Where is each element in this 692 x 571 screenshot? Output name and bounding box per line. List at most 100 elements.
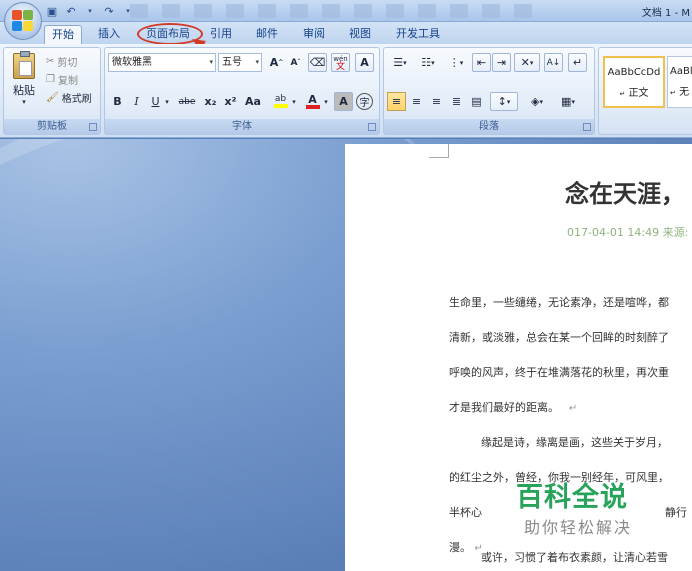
copy-button[interactable]: ❐ 复制 [46,72,78,87]
italic-button[interactable]: I [127,92,146,111]
font-name-select[interactable]: 微软雅黑 ▾ [108,53,216,72]
dropdown-icon[interactable]: ▾ [82,3,98,19]
cut-button[interactable]: ✂ 剪切 [46,54,78,69]
bold-button[interactable]: B [108,92,127,111]
align-center-button[interactable]: ≡ [407,92,426,111]
multilevel-list-button[interactable]: ⋮ ▾ [443,53,469,72]
bullets-button[interactable]: ☰ ▾ [387,53,413,72]
character-shading-button[interactable]: A [334,92,353,111]
font-color-dropdown[interactable]: ▾ [321,92,331,111]
phonetic-guide-button[interactable]: wén 文 [331,53,350,72]
font-color-button[interactable]: A [303,92,322,111]
style-normal-preview: AaBbCcDd [607,67,661,78]
watermark-subtitle: 助你轻松解决 [524,518,633,537]
clipboard-launcher-icon[interactable] [89,123,97,131]
line-spacing-button[interactable]: ↕ ▾ [490,92,518,111]
undo-icon[interactable]: ↶ [63,3,79,19]
show-marks-button[interactable]: ↵ [568,53,587,72]
underline-dropdown[interactable]: ▾ [162,92,172,111]
clear-formatting-button[interactable]: ⌫ [308,53,327,72]
chevron-down-icon: ▾ [22,97,26,106]
font-name-value: 微软雅黑 [112,57,152,68]
font-group-label: 字体 [105,119,379,134]
ribbon: 粘贴 ▾ ✂ 剪切 ❐ 复制 🖌 格式刷 剪贴板 微软雅黑 ▾ 五号 ▾ A ^ … [0,44,692,138]
strikethrough-button[interactable]: abe [175,92,199,111]
justify-button[interactable]: ≣ [447,92,466,111]
paragraph-group: ☰ ▾ ☷ ▾ ⋮ ▾ ⇤ ⇥ ✕ ▾ A↓ ↵ ≡ ≡ ≡ ≣ ▤ ↕ ▾ ◈ ▾ ▦ ▾ … [383,47,595,135]
align-right-button[interactable]: ≡ [427,92,446,111]
align-left-icon: ≡ [391,95,402,108]
chevron-down-icon: ▾ [324,97,328,106]
grow-font-button[interactable]: A ^ [267,53,286,72]
paragraph-line: 或许，习惯了着布衣素颜，让清心若雪 [481,551,668,564]
paragraph-launcher-icon[interactable] [583,123,591,131]
superscript-button[interactable]: x² [221,92,240,111]
paste-button[interactable]: 粘贴 ▾ [8,50,40,106]
sort-button[interactable]: A↓ [544,53,563,72]
format-painter-button[interactable]: 🖌 格式刷 [46,90,92,105]
paragraph-group-label: 段落 [384,119,594,134]
tab-view[interactable]: 视图 [343,25,377,44]
highlight-button[interactable]: ab [271,92,290,111]
enclose-characters-button[interactable]: 字 [356,93,373,110]
document-meta: 017-04-01 14:49 来源: [567,226,689,239]
line-spacing-icon: ↕ [497,95,507,108]
change-case-button[interactable]: Aa [242,92,264,111]
brush-icon: 🖌 [46,91,59,103]
paragraph-text: 漫。 [449,541,471,554]
paint-bucket-icon: ◈ [531,95,540,108]
chinese-layout-button[interactable]: ✕ ▾ [514,53,540,72]
borders-button[interactable]: ▦ ▾ [554,92,582,111]
style-no-spacing[interactable]: AaBl ↵ 无 [667,56,692,108]
scissors-icon: ✂ [46,55,55,67]
chevron-down-icon: ▾ [255,58,259,66]
distributed-icon: ▤ [471,95,482,108]
subscript-button[interactable]: x₂ [201,92,220,111]
pilcrow-icon: ↵ [572,56,583,69]
tab-review[interactable]: 审阅 [297,25,331,44]
blurred-taskbar-area [130,4,630,18]
numbering-button[interactable]: ☷ ▾ [415,53,441,72]
paragraph-text: 才是我们最好的距离。 [449,401,559,414]
tab-insert[interactable]: 插入 [92,25,126,44]
font-launcher-icon[interactable] [368,123,376,131]
chinese-layout-icon: ✕ [520,56,530,69]
align-left-button[interactable]: ≡ [387,92,406,111]
highlight-icon: ab [274,94,287,104]
title-bar: ▣ ↶ ▾ ↷ ▾ 文档 1 - M [0,0,692,22]
highlight-dropdown[interactable]: ▾ [289,92,299,111]
cut-label: 剪切 [57,57,78,69]
font-size-value: 五号 [222,57,242,68]
paragraph-line: 缘起是诗，缘离是画，这些关于岁月， [481,436,668,449]
style-no-spacing-name: 无 [679,87,690,98]
redo-icon[interactable]: ↷ [101,3,117,19]
outdent-icon: ⇤ [476,56,487,69]
shrink-font-button[interactable]: Aˇ [286,53,305,72]
window-title: 文档 1 - M [641,8,690,19]
paste-label: 粘贴 [13,83,35,97]
copy-icon: ❐ [46,73,55,85]
chevron-down-icon: ▾ [292,97,296,106]
paragraph-line: 呼唤的风声，终于在堆满落花的秋里，再次重 [449,366,669,379]
character-border-button[interactable]: A [355,53,374,72]
office-button[interactable] [4,2,42,40]
paragraph-line: 生命里，一些缱绻，无论素净，还是喧哗，都 [449,296,669,309]
tab-home[interactable]: 开始 [44,25,82,44]
style-normal-name: 正文 [628,88,649,99]
increase-indent-button[interactable]: ⇥ [492,53,511,72]
decrease-indent-button[interactable]: ⇤ [472,53,491,72]
sort-icon: A↓ [546,57,561,68]
styles-group: AaBbCcDd ↵ 正文 AaBl ↵ 无 [598,47,692,135]
style-normal[interactable]: AaBbCcDd ↵ 正文 [603,56,665,108]
distributed-button[interactable]: ▤ [467,92,486,111]
multilevel-list-icon: ⋮ [448,56,460,69]
eraser-icon: ⌫ [309,56,326,69]
shading-button[interactable]: ◈ ▾ [523,92,551,111]
font-size-select[interactable]: 五号 ▾ [218,53,262,72]
save-icon[interactable]: ▣ [44,3,60,19]
format-painter-label: 格式刷 [61,93,92,105]
indent-icon: ⇥ [496,56,507,69]
align-right-icon: ≡ [431,95,442,108]
tab-developer[interactable]: 开发工具 [392,25,444,44]
numbered-list-icon: ☷ [421,56,432,69]
